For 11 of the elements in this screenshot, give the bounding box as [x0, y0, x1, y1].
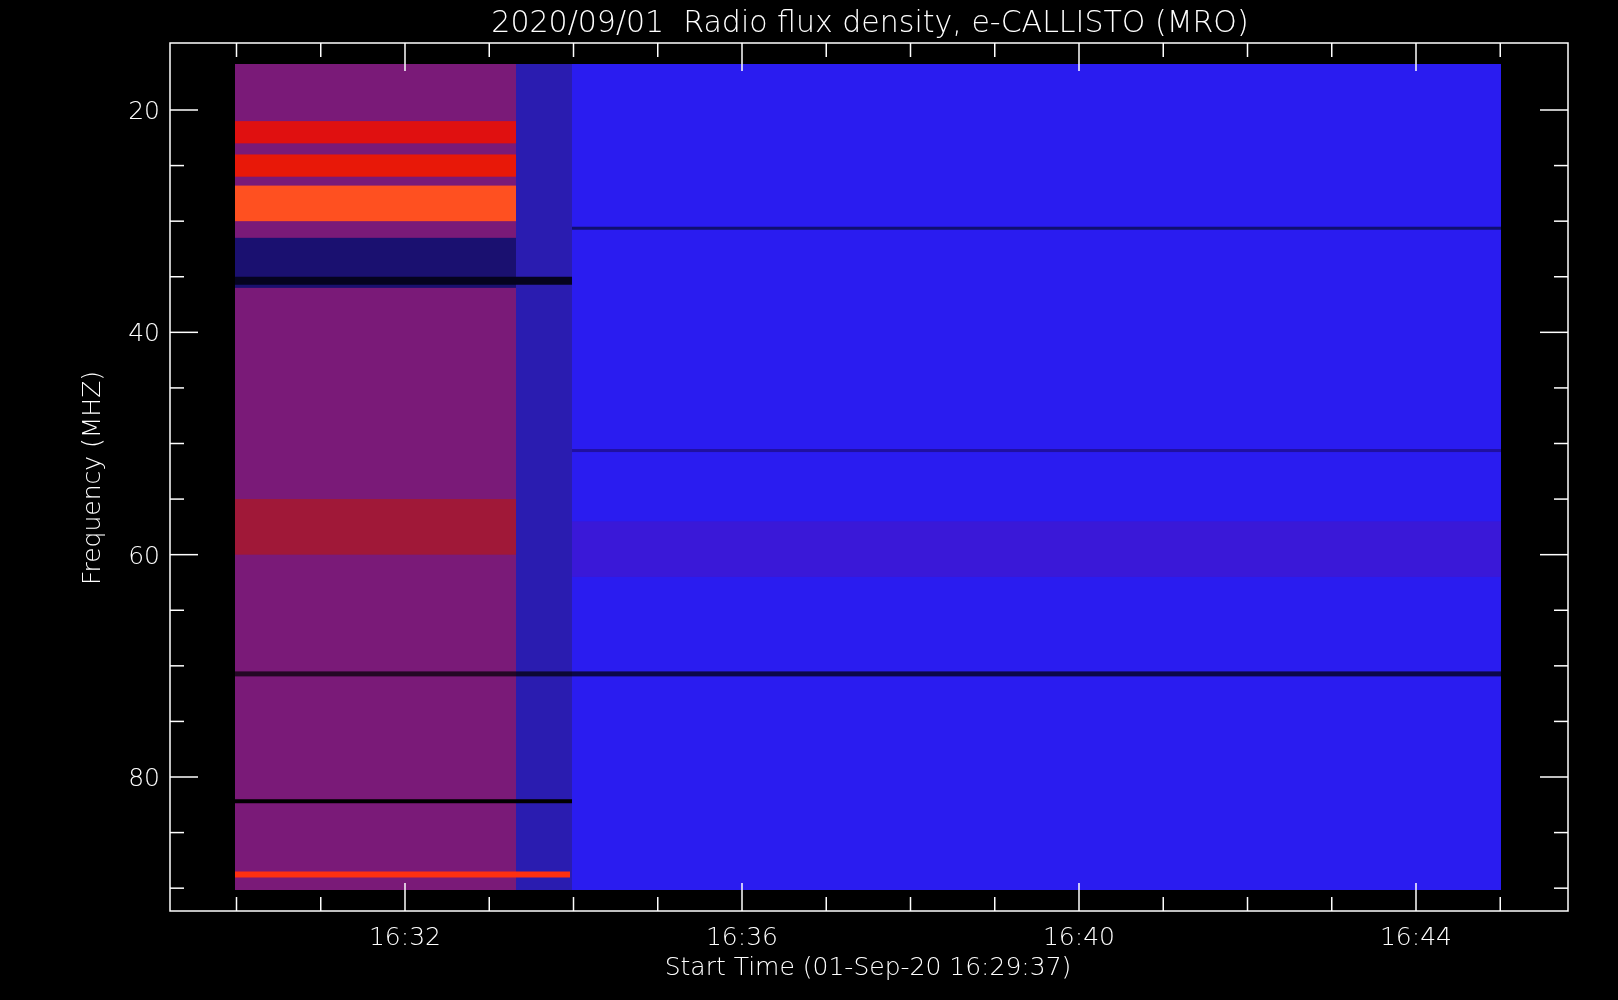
- tick-label: 16:32: [369, 922, 441, 951]
- tick-label: 60: [128, 540, 160, 570]
- tick-label: 16:40: [1043, 922, 1115, 951]
- tick-label: 20: [128, 96, 160, 125]
- axis-label: Start Time (01-Sep-20 16:29:37): [664, 952, 1072, 981]
- tick-label: 16:44: [1380, 922, 1452, 951]
- tick-label: 40: [128, 318, 160, 348]
- axis-label: Frequency (MHZ): [77, 370, 106, 586]
- plot-title: 2020/09/01 Radio flux density, e-CALLISTO (MRO): [491, 4, 1249, 39]
- tick-label: 80: [128, 763, 160, 792]
- tick-label: 16:36: [706, 922, 778, 951]
